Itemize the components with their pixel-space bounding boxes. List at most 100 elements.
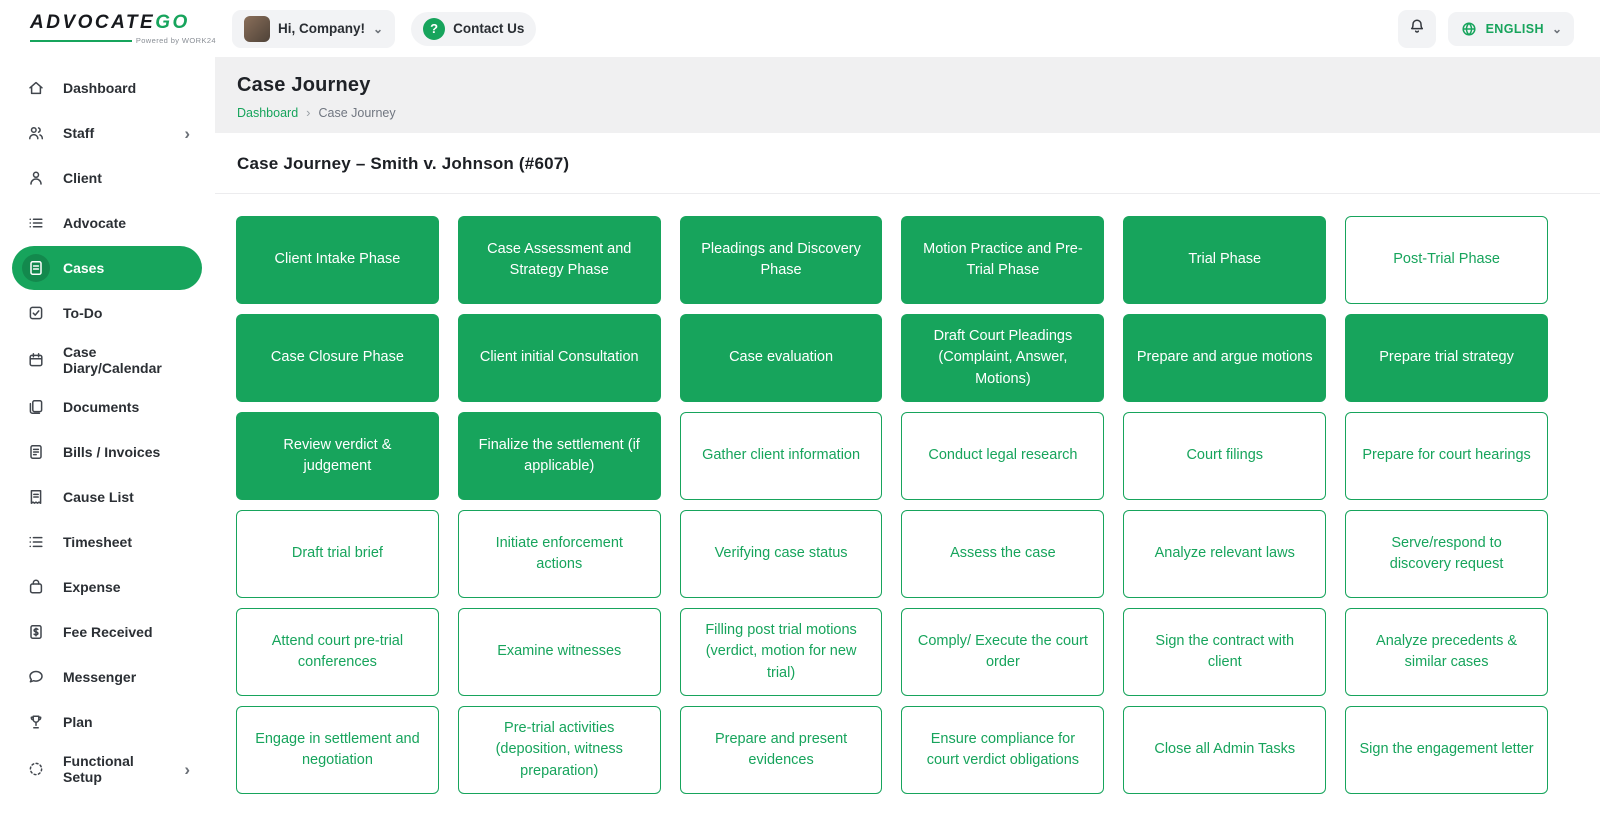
journey-card-review-verdict-judgement[interactable]: Review verdict & judgement <box>236 412 439 500</box>
sidebar-item-messenger[interactable]: Messenger › <box>12 655 202 699</box>
sidebar-item-dashboard[interactable]: Dashboard › <box>12 66 202 110</box>
sidebar-item-plan[interactable]: Plan › <box>12 700 202 744</box>
journey-card-label: Ensure compliance for court verdict obli… <box>915 729 1090 771</box>
contact-us-button[interactable]: ? Contact Us <box>411 12 536 46</box>
sidebar-item-client[interactable]: Client › <box>12 156 202 200</box>
journey-card-draft-trial-brief[interactable]: Draft trial brief <box>236 510 439 598</box>
breadcrumb-current: Case Journey <box>319 106 396 120</box>
sidebar-item-label: Expense <box>63 579 171 595</box>
journey-card-analyze-relevant-laws[interactable]: Analyze relevant laws <box>1123 510 1326 598</box>
journey-card-prepare-for-court-hearings[interactable]: Prepare for court hearings <box>1345 412 1548 500</box>
journey-card-analyze-precedents-similar-cases[interactable]: Analyze precedents & similar cases <box>1345 608 1548 696</box>
journey-card-sign-the-engagement-letter[interactable]: Sign the engagement letter <box>1345 706 1548 794</box>
language-label: ENGLISH <box>1486 22 1544 36</box>
sidebar-item-staff[interactable]: Staff › <box>12 111 202 155</box>
journey-card-client-intake-phase[interactable]: Client Intake Phase <box>236 216 439 304</box>
user-icon <box>22 164 50 192</box>
journey-card-motion-practice-and-pre-trial-phase[interactable]: Motion Practice and Pre-Trial Phase <box>901 216 1104 304</box>
journey-card-serve-respond-to-discovery-request[interactable]: Serve/respond to discovery request <box>1345 510 1548 598</box>
sidebar-item-label: Bills / Invoices <box>63 444 171 460</box>
journey-card-label: Prepare trial strategy <box>1379 347 1514 368</box>
logo-underline <box>30 40 132 42</box>
journey-card-post-trial-phase[interactable]: Post-Trial Phase <box>1345 216 1548 304</box>
sidebar-item-cases[interactable]: Cases › <box>12 246 202 290</box>
journey-card-close-all-admin-tasks[interactable]: Close all Admin Tasks <box>1123 706 1326 794</box>
journey-card-examine-witnesses[interactable]: Examine witnesses <box>458 608 661 696</box>
journey-card-gather-client-information[interactable]: Gather client information <box>680 412 883 500</box>
journey-card-label: Motion Practice and Pre-Trial Phase <box>914 239 1091 281</box>
logo: ADVOCATEGO Powered by WORK24 <box>30 12 216 45</box>
journey-card-conduct-legal-research[interactable]: Conduct legal research <box>901 412 1104 500</box>
account-menu[interactable]: Hi, Company! ⌄ <box>232 10 395 48</box>
top-header: ADVOCATEGO Powered by WORK24 Hi, Company… <box>0 0 1600 57</box>
timesheet-icon <box>22 528 50 556</box>
sidebar-item-label: Functional Setup <box>63 753 171 785</box>
notifications-button[interactable] <box>1398 10 1436 48</box>
journey-card-label: Prepare for court hearings <box>1362 445 1530 466</box>
journey-card-assess-the-case[interactable]: Assess the case <box>901 510 1104 598</box>
sidebar-item-timesheet[interactable]: Timesheet › <box>12 520 202 564</box>
journey-card-case-evaluation[interactable]: Case evaluation <box>680 314 883 402</box>
case-file-icon <box>22 254 50 282</box>
sidebar-item-expense[interactable]: Expense › <box>12 565 202 609</box>
journey-card-client-initial-consultation[interactable]: Client initial Consultation <box>458 314 661 402</box>
sidebar-item-label: Case Diary/Calendar <box>63 344 171 376</box>
avatar <box>244 16 270 42</box>
journey-card-ensure-compliance-for-court-verdict-obligations[interactable]: Ensure compliance for court verdict obli… <box>901 706 1104 794</box>
sidebar-item-fee-received[interactable]: Fee Received › <box>12 610 202 654</box>
journey-card-pleadings-and-discovery-phase[interactable]: Pleadings and Discovery Phase <box>680 216 883 304</box>
globe-icon <box>1460 20 1478 38</box>
app: ADVOCATEGO Powered by WORK24 Hi, Company… <box>0 0 1600 835</box>
documents-icon <box>22 393 50 421</box>
journey-card-sign-the-contract-with-client[interactable]: Sign the contract with client <box>1123 608 1326 696</box>
journey-card-case-assessment-and-strategy-phase[interactable]: Case Assessment and Strategy Phase <box>458 216 661 304</box>
journey-card-prepare-trial-strategy[interactable]: Prepare trial strategy <box>1345 314 1548 402</box>
journey-card-prepare-and-present-evidences[interactable]: Prepare and present evidences <box>680 706 883 794</box>
sidebar-item-label: Fee Received <box>63 624 171 640</box>
journey-card-label: Draft Court Pleadings (Complaint, Answer… <box>914 326 1091 389</box>
page-header: Case Journey Dashboard › Case Journey <box>215 57 1600 133</box>
journey-card-comply-execute-the-court-order[interactable]: Comply/ Execute the court order <box>901 608 1104 696</box>
journey-card-draft-court-pleadings-complaint-answer-motions[interactable]: Draft Court Pleadings (Complaint, Answer… <box>901 314 1104 402</box>
sidebar-item-bills-invoices[interactable]: Bills / Invoices › <box>12 430 202 474</box>
sidebar: Dashboard › Staff › Client › Advocate › … <box>0 57 215 835</box>
journey-card-label: Finalize the settlement (if applicable) <box>471 435 648 477</box>
journey-card-attend-court-pre-trial-conferences[interactable]: Attend court pre-trial conferences <box>236 608 439 696</box>
journey-card-label: Close all Admin Tasks <box>1154 739 1295 760</box>
sidebar-item-cause-list[interactable]: Cause List › <box>12 475 202 519</box>
journey-card-finalize-the-settlement-if-applicable[interactable]: Finalize the settlement (if applicable) <box>458 412 661 500</box>
functional-setup-icon <box>22 755 50 783</box>
case-journey-heading: Case Journey – Smith v. Johnson (#607) <box>215 133 1600 194</box>
journey-card-trial-phase[interactable]: Trial Phase <box>1123 216 1326 304</box>
sidebar-item-label: Timesheet <box>63 534 171 550</box>
cause-list-icon <box>22 483 50 511</box>
question-icon: ? <box>423 18 445 40</box>
journey-card-pre-trial-activities-deposition-witness-preparation[interactable]: Pre-trial activities (deposition, witnes… <box>458 706 661 794</box>
journey-card-label: Comply/ Execute the court order <box>915 631 1090 673</box>
journey-card-label: Client initial Consultation <box>480 347 639 368</box>
sidebar-item-documents[interactable]: Documents › <box>12 385 202 429</box>
journey-card-label: Assess the case <box>950 543 1056 564</box>
journey-card-label: Post-Trial Phase <box>1393 249 1500 270</box>
journey-card-engage-in-settlement-and-negotiation[interactable]: Engage in settlement and negotiation <box>236 706 439 794</box>
chevron-down-icon: ⌄ <box>1552 23 1562 35</box>
chevron-right-icon: › <box>184 125 194 142</box>
journey-card-verifying-case-status[interactable]: Verifying case status <box>680 510 883 598</box>
journey-card-filling-post-trial-motions-verdict-motion-for-new-trial[interactable]: Filling post trial motions (verdict, mot… <box>680 608 883 696</box>
sidebar-item-advocate[interactable]: Advocate › <box>12 201 202 245</box>
journey-card-label: Engage in settlement and negotiation <box>250 729 425 771</box>
journey-card-label: Review verdict & judgement <box>249 435 426 477</box>
journey-card-label: Case evaluation <box>729 347 833 368</box>
logo-tagline: Powered by WORK24 <box>136 36 216 45</box>
sidebar-item-to-do[interactable]: To-Do › <box>12 291 202 335</box>
journey-card-prepare-and-argue-motions[interactable]: Prepare and argue motions <box>1123 314 1326 402</box>
journey-card-case-closure-phase[interactable]: Case Closure Phase <box>236 314 439 402</box>
chevron-right-icon: › <box>184 761 194 778</box>
logo-text-advocate: ADVOCATE <box>30 12 155 33</box>
sidebar-item-functional-setup[interactable]: Functional Setup › <box>12 745 202 793</box>
breadcrumb-dashboard-link[interactable]: Dashboard <box>237 106 298 120</box>
language-selector[interactable]: ENGLISH ⌄ <box>1448 12 1574 46</box>
journey-card-initiate-enforcement-actions[interactable]: Initiate enforcement actions <box>458 510 661 598</box>
journey-card-court-filings[interactable]: Court filings <box>1123 412 1326 500</box>
sidebar-item-case-diary-calendar[interactable]: Case Diary/Calendar › <box>12 336 202 384</box>
